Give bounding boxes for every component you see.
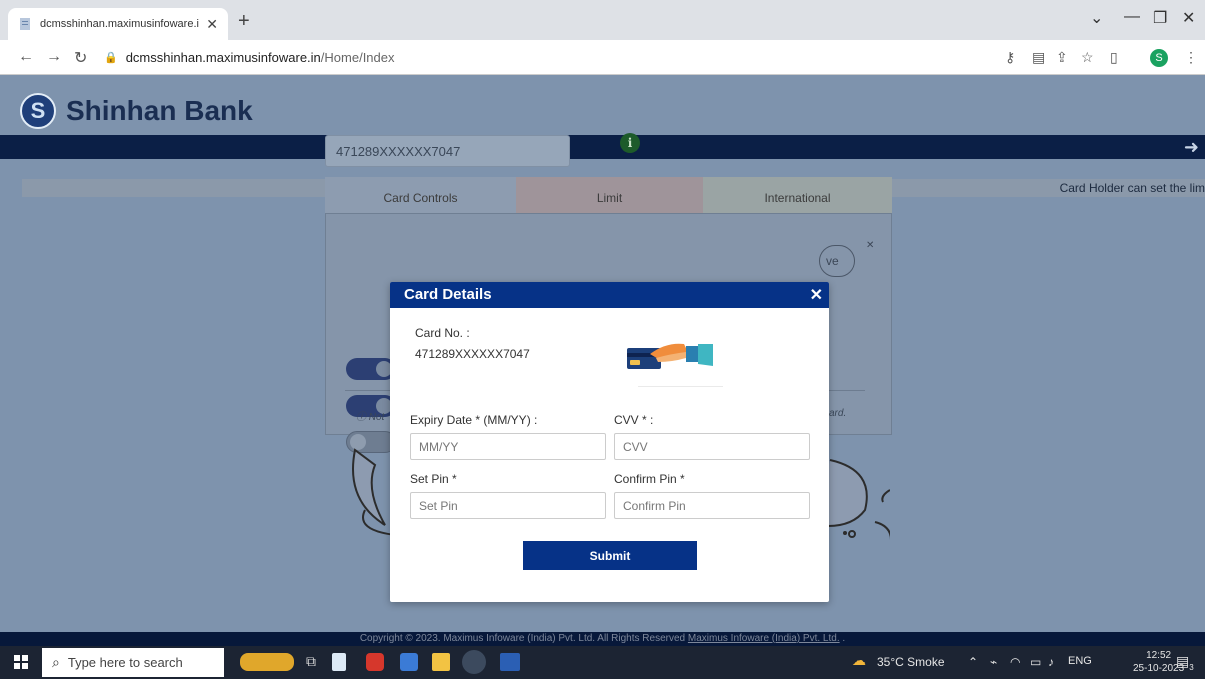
illustration-shadow bbox=[638, 386, 723, 387]
search-placeholder: Type here to search bbox=[67, 655, 183, 670]
note-text-right: ard. bbox=[829, 408, 847, 419]
submit-button[interactable]: Submit bbox=[523, 541, 697, 570]
footer-copyright: Copyright © 2023. Maximus Infoware (Indi… bbox=[359, 633, 686, 644]
card-number-select[interactable]: 471289XXXXXX7047 bbox=[325, 135, 570, 167]
window-close-icon[interactable]: ✕ bbox=[1182, 8, 1195, 28]
tab-close-icon[interactable]: ✕ bbox=[206, 16, 218, 33]
logo-text: Shinhan Bank bbox=[66, 95, 253, 126]
nav-strip: ➜ bbox=[0, 135, 1205, 159]
notepad-icon[interactable] bbox=[332, 653, 346, 671]
modal-title: Card Details bbox=[404, 286, 492, 303]
minimize-icon[interactable]: — bbox=[1124, 8, 1140, 26]
note-text-left: ⓘ Not bbox=[356, 408, 384, 423]
restore-icon[interactable]: ❐ bbox=[1153, 8, 1167, 28]
page-icon bbox=[20, 18, 30, 30]
control-tabs: Card Controls Limit International bbox=[325, 177, 892, 213]
panel-close-icon[interactable]: ✕ bbox=[866, 240, 874, 251]
save-button[interactable]: ve bbox=[819, 245, 855, 277]
set-pin-input[interactable] bbox=[410, 492, 606, 519]
info-icon[interactable]: i bbox=[620, 133, 640, 153]
side-panel-icon[interactable]: ▯ bbox=[1110, 49, 1118, 66]
cvv-label: CVV * : bbox=[614, 413, 654, 427]
taskbar-search-input[interactable]: ⌕ Type here to search bbox=[42, 648, 224, 677]
notification-count: 3 bbox=[1189, 662, 1194, 672]
card-no-label: Card No. : bbox=[415, 326, 470, 340]
key-icon[interactable]: ⚷ bbox=[1005, 49, 1015, 66]
wifi-icon[interactable]: ◠ bbox=[1010, 655, 1020, 669]
toggle-switch-1[interactable] bbox=[346, 358, 396, 380]
note-left-text: Not bbox=[368, 412, 385, 423]
expiry-label: Expiry Date * (MM/YY) : bbox=[410, 413, 538, 427]
word-icon[interactable] bbox=[500, 653, 520, 671]
footer-link[interactable]: Maximus Infoware (India) Pvt. Ltd. bbox=[688, 633, 840, 644]
notification-icon[interactable]: ▤3 bbox=[1176, 653, 1194, 672]
modal-header: Card Details ✕ bbox=[390, 282, 829, 308]
task-view-icon[interactable]: ⧉ bbox=[306, 653, 324, 671]
bank-logo: S Shinhan Bank bbox=[20, 93, 253, 129]
menu-dots-icon[interactable]: ⋮ bbox=[1184, 49, 1198, 66]
tab-international[interactable]: International bbox=[703, 177, 892, 213]
language-indicator[interactable]: ENG bbox=[1068, 655, 1092, 667]
people-app-icon[interactable] bbox=[400, 653, 418, 671]
url-host: dcmsshinhan.maximusinfoware.in bbox=[125, 50, 321, 65]
network-icon[interactable]: ⌁ bbox=[990, 655, 997, 669]
tab-strip-icon[interactable]: ▤ bbox=[1032, 49, 1045, 66]
new-tab-icon[interactable]: + bbox=[238, 10, 250, 33]
share-icon[interactable]: ⇪ bbox=[1056, 49, 1068, 66]
tab-limit[interactable]: Limit bbox=[516, 177, 703, 213]
tab-title: dcmsshinhan.maximusinfoware.i bbox=[40, 18, 199, 30]
forward-icon[interactable]: → bbox=[46, 48, 62, 66]
logout-icon[interactable]: ➜ bbox=[1184, 137, 1199, 158]
url-input[interactable]: 🔒 dcmsshinhan.maximusinfoware.in/Home/In… bbox=[104, 45, 984, 70]
card-details-modal: Card Details ✕ Card No. : 471289XXXXXX70… bbox=[390, 282, 829, 602]
expiry-input[interactable] bbox=[410, 433, 606, 460]
url-path: /Home/Index bbox=[320, 50, 395, 65]
profile-avatar[interactable]: S bbox=[1150, 49, 1168, 67]
security-app-icon[interactable] bbox=[366, 653, 384, 671]
set-pin-label: Set Pin * bbox=[410, 472, 457, 486]
browser-tab-bar: dcmsshinhan.maximusinfoware.i ✕ + ⌄ — ❐ … bbox=[0, 0, 1205, 40]
back-icon[interactable]: ← bbox=[18, 48, 34, 66]
lock-icon: 🔒 bbox=[104, 52, 118, 64]
windows-taskbar: ⌕ Type here to search ⧉ ☁ 35°C Smoke ⌃ ⌁… bbox=[0, 646, 1205, 679]
weather-text[interactable]: 35°C Smoke bbox=[877, 655, 945, 669]
shinhan-logo-icon: S bbox=[20, 93, 56, 129]
confirm-pin-label: Confirm Pin * bbox=[614, 472, 685, 486]
card-payment-icon bbox=[627, 343, 713, 369]
page-footer: Copyright © 2023. Maximus Infoware (Indi… bbox=[0, 632, 1205, 646]
tab-search-chevron-icon[interactable]: ⌄ bbox=[1090, 8, 1103, 28]
note-info-icon: ⓘ bbox=[356, 412, 369, 423]
volume-icon[interactable]: ♪ bbox=[1048, 655, 1054, 669]
bookmark-star-icon[interactable]: ☆ bbox=[1081, 49, 1094, 66]
confirm-pin-input[interactable] bbox=[614, 492, 810, 519]
weather-icon[interactable]: ☁ bbox=[852, 652, 866, 669]
reload-icon[interactable]: ↻ bbox=[74, 48, 87, 68]
chrome-icon[interactable] bbox=[462, 650, 486, 674]
battery-icon[interactable]: ▭ bbox=[1030, 655, 1041, 669]
card-no-value: 471289XXXXXX7047 bbox=[415, 347, 530, 361]
file-explorer-icon[interactable] bbox=[432, 653, 450, 671]
tray-chevron-icon[interactable]: ⌃ bbox=[968, 655, 978, 669]
news-widget-icon[interactable] bbox=[240, 653, 294, 671]
windows-start-icon[interactable] bbox=[14, 655, 28, 669]
search-icon: ⌕ bbox=[52, 654, 60, 670]
address-bar: ← → ↻ 🔒 dcmsshinhan.maximusinfoware.in/H… bbox=[0, 40, 1205, 75]
browser-tab[interactable]: dcmsshinhan.maximusinfoware.i ✕ bbox=[8, 8, 228, 40]
tab-card-controls[interactable]: Card Controls bbox=[325, 177, 516, 213]
cvv-input[interactable] bbox=[614, 433, 810, 460]
modal-close-icon[interactable]: ✕ bbox=[810, 285, 823, 305]
